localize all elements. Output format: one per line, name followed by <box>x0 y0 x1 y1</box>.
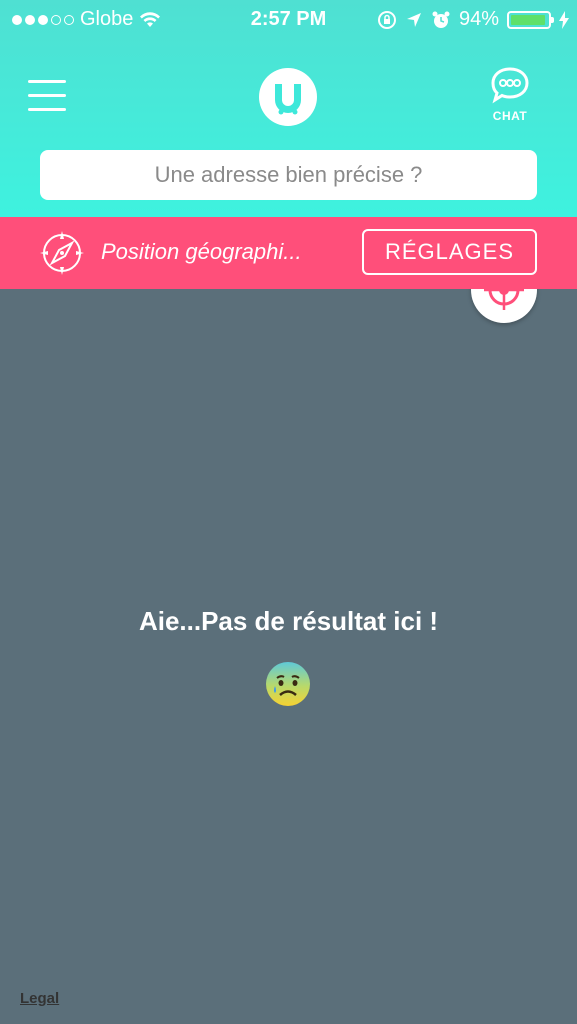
status-bar: Globe 2:57 PM 94% <box>0 0 577 38</box>
app-header: Globe 2:57 PM 94% CHAT Une adresse bien … <box>0 0 577 217</box>
location-bar: Position géographi... RÉGLAGES <box>0 217 577 289</box>
empty-results-message: Aie...Pas de résultat ici ! <box>138 606 439 636</box>
location-arrow-icon <box>406 12 421 27</box>
menu-button[interactable] <box>28 76 66 114</box>
app-logo <box>259 68 317 126</box>
alarm-icon <box>432 11 450 28</box>
battery-icon <box>507 10 554 29</box>
status-right: 94% <box>377 8 569 31</box>
chat-bubble-icon <box>491 67 529 104</box>
orientation-lock-icon <box>377 10 396 29</box>
battery-percent: 94% <box>458 8 499 30</box>
logo-icon <box>275 84 301 115</box>
compass-icon <box>40 231 84 275</box>
charging-bolt-icon <box>559 10 569 29</box>
chat-button[interactable]: CHAT <box>482 66 538 123</box>
settings-button[interactable]: RÉGLAGES <box>362 229 537 275</box>
sad-face-sweat-icon <box>266 662 310 706</box>
location-status-text: Position géographi... <box>101 239 302 264</box>
map-area[interactable] <box>0 257 577 1024</box>
chat-label: CHAT <box>492 109 528 123</box>
address-search-input[interactable] <box>40 150 537 200</box>
legal-link[interactable]: Legal <box>20 990 59 1007</box>
